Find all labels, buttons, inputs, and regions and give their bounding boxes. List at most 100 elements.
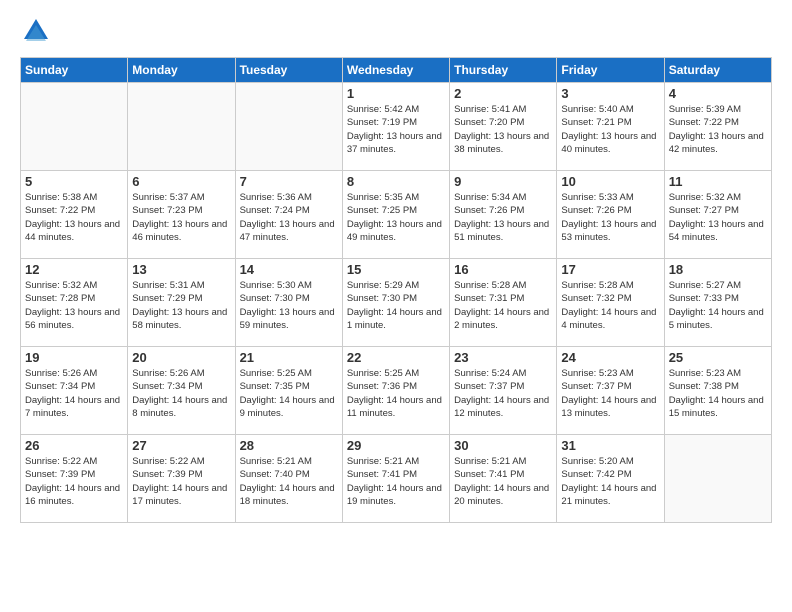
logo-icon (20, 15, 52, 47)
day-info: Sunrise: 5:28 AM Sunset: 7:31 PM Dayligh… (454, 279, 552, 332)
week-row-3: 12 Sunrise: 5:32 AM Sunset: 7:28 PM Dayli… (21, 259, 772, 347)
day-cell: 9 Sunrise: 5:34 AM Sunset: 7:26 PM Daylig… (450, 171, 557, 259)
day-info: Sunrise: 5:41 AM Sunset: 7:20 PM Dayligh… (454, 103, 552, 156)
day-info: Sunrise: 5:32 AM Sunset: 7:28 PM Dayligh… (25, 279, 123, 332)
day-info: Sunrise: 5:28 AM Sunset: 7:32 PM Dayligh… (561, 279, 659, 332)
day-number: 24 (561, 350, 659, 365)
day-info: Sunrise: 5:27 AM Sunset: 7:33 PM Dayligh… (669, 279, 767, 332)
day-number: 17 (561, 262, 659, 277)
header-row: SundayMondayTuesdayWednesdayThursdayFrid… (21, 58, 772, 83)
day-cell: 1Sunrise: 5:42 AM Sunset: 7:19 PM Daylig… (342, 83, 449, 171)
day-info: Sunrise: 5:22 AM Sunset: 7:39 PM Dayligh… (25, 455, 123, 508)
day-number: 3 (561, 86, 659, 101)
day-number: 29 (347, 438, 445, 453)
day-number: 26 (25, 438, 123, 453)
day-number: 9 (454, 174, 552, 189)
day-cell: 23 Sunrise: 5:24 AM Sunset: 7:37 PM Dayli… (450, 347, 557, 435)
day-cell: 13 Sunrise: 5:31 AM Sunset: 7:29 PM Dayli… (128, 259, 235, 347)
day-info: Sunrise: 5:39 AM Sunset: 7:22 PM Dayligh… (669, 103, 767, 156)
day-cell: 25Sunrise: 5:23 AM Sunset: 7:38 PM Dayli… (664, 347, 771, 435)
column-header-sunday: Sunday (21, 58, 128, 83)
week-row-2: 5Sunrise: 5:38 AM Sunset: 7:22 PM Daylig… (21, 171, 772, 259)
day-info: Sunrise: 5:32 AM Sunset: 7:27 PM Dayligh… (669, 191, 767, 244)
column-header-friday: Friday (557, 58, 664, 83)
day-info: Sunrise: 5:38 AM Sunset: 7:22 PM Dayligh… (25, 191, 123, 244)
day-info: Sunrise: 5:40 AM Sunset: 7:21 PM Dayligh… (561, 103, 659, 156)
day-number: 7 (240, 174, 338, 189)
day-info: Sunrise: 5:21 AM Sunset: 7:41 PM Dayligh… (347, 455, 445, 508)
day-number: 25 (669, 350, 767, 365)
day-cell: 18 Sunrise: 5:27 AM Sunset: 7:33 PM Dayli… (664, 259, 771, 347)
day-info: Sunrise: 5:34 AM Sunset: 7:26 PM Dayligh… (454, 191, 552, 244)
day-info: Sunrise: 5:25 AM Sunset: 7:36 PM Dayligh… (347, 367, 445, 420)
day-number: 13 (132, 262, 230, 277)
day-info: Sunrise: 5:25 AM Sunset: 7:35 PM Dayligh… (240, 367, 338, 420)
week-row-1: 1Sunrise: 5:42 AM Sunset: 7:19 PM Daylig… (21, 83, 772, 171)
day-cell: 14 Sunrise: 5:30 AM Sunset: 7:30 PM Dayli… (235, 259, 342, 347)
day-cell (235, 83, 342, 171)
day-number: 31 (561, 438, 659, 453)
day-info: Sunrise: 5:20 AM Sunset: 7:42 PM Dayligh… (561, 455, 659, 508)
day-info: Sunrise: 5:37 AM Sunset: 7:23 PM Dayligh… (132, 191, 230, 244)
day-number: 28 (240, 438, 338, 453)
logo (20, 15, 56, 47)
day-cell: 16 Sunrise: 5:28 AM Sunset: 7:31 PM Dayli… (450, 259, 557, 347)
day-number: 23 (454, 350, 552, 365)
day-cell: 4 Sunrise: 5:39 AM Sunset: 7:22 PM Daylig… (664, 83, 771, 171)
day-info: Sunrise: 5:22 AM Sunset: 7:39 PM Dayligh… (132, 455, 230, 508)
day-cell: 8 Sunrise: 5:35 AM Sunset: 7:25 PM Daylig… (342, 171, 449, 259)
day-info: Sunrise: 5:35 AM Sunset: 7:25 PM Dayligh… (347, 191, 445, 244)
day-info: Sunrise: 5:36 AM Sunset: 7:24 PM Dayligh… (240, 191, 338, 244)
day-cell: 6 Sunrise: 5:37 AM Sunset: 7:23 PM Daylig… (128, 171, 235, 259)
day-number: 8 (347, 174, 445, 189)
week-row-4: 19 Sunrise: 5:26 AM Sunset: 7:34 PM Dayli… (21, 347, 772, 435)
day-number: 20 (132, 350, 230, 365)
day-cell: 7 Sunrise: 5:36 AM Sunset: 7:24 PM Daylig… (235, 171, 342, 259)
day-cell: 28Sunrise: 5:21 AM Sunset: 7:40 PM Dayli… (235, 435, 342, 523)
day-cell: 11 Sunrise: 5:32 AM Sunset: 7:27 PM Dayli… (664, 171, 771, 259)
day-cell: 22Sunrise: 5:25 AM Sunset: 7:36 PM Dayli… (342, 347, 449, 435)
day-number: 15 (347, 262, 445, 277)
day-info: Sunrise: 5:42 AM Sunset: 7:19 PM Dayligh… (347, 103, 445, 156)
day-cell: 3 Sunrise: 5:40 AM Sunset: 7:21 PM Daylig… (557, 83, 664, 171)
day-info: Sunrise: 5:31 AM Sunset: 7:29 PM Dayligh… (132, 279, 230, 332)
column-header-tuesday: Tuesday (235, 58, 342, 83)
day-info: Sunrise: 5:26 AM Sunset: 7:34 PM Dayligh… (25, 367, 123, 420)
day-number: 19 (25, 350, 123, 365)
column-header-thursday: Thursday (450, 58, 557, 83)
day-number: 21 (240, 350, 338, 365)
day-info: Sunrise: 5:24 AM Sunset: 7:37 PM Dayligh… (454, 367, 552, 420)
day-number: 14 (240, 262, 338, 277)
day-info: Sunrise: 5:29 AM Sunset: 7:30 PM Dayligh… (347, 279, 445, 332)
calendar-table: SundayMondayTuesdayWednesdayThursdayFrid… (20, 57, 772, 523)
day-number: 6 (132, 174, 230, 189)
day-cell: 19 Sunrise: 5:26 AM Sunset: 7:34 PM Dayli… (21, 347, 128, 435)
day-cell: 5Sunrise: 5:38 AM Sunset: 7:22 PM Daylig… (21, 171, 128, 259)
day-cell: 30Sunrise: 5:21 AM Sunset: 7:41 PM Dayli… (450, 435, 557, 523)
day-cell: 24Sunrise: 5:23 AM Sunset: 7:37 PM Dayli… (557, 347, 664, 435)
day-cell: 29 Sunrise: 5:21 AM Sunset: 7:41 PM Dayli… (342, 435, 449, 523)
column-header-monday: Monday (128, 58, 235, 83)
day-number: 27 (132, 438, 230, 453)
week-row-5: 26 Sunrise: 5:22 AM Sunset: 7:39 PM Dayli… (21, 435, 772, 523)
day-info: Sunrise: 5:26 AM Sunset: 7:34 PM Dayligh… (132, 367, 230, 420)
day-number: 2 (454, 86, 552, 101)
day-number: 4 (669, 86, 767, 101)
day-cell: 20 Sunrise: 5:26 AM Sunset: 7:34 PM Dayli… (128, 347, 235, 435)
day-number: 10 (561, 174, 659, 189)
day-info: Sunrise: 5:30 AM Sunset: 7:30 PM Dayligh… (240, 279, 338, 332)
day-number: 16 (454, 262, 552, 277)
day-number: 12 (25, 262, 123, 277)
day-cell: 12 Sunrise: 5:32 AM Sunset: 7:28 PM Dayli… (21, 259, 128, 347)
header (20, 15, 772, 47)
calendar-header: SundayMondayTuesdayWednesdayThursdayFrid… (21, 58, 772, 83)
page: SundayMondayTuesdayWednesdayThursdayFrid… (0, 0, 792, 612)
day-cell: 15 Sunrise: 5:29 AM Sunset: 7:30 PM Dayli… (342, 259, 449, 347)
day-info: Sunrise: 5:21 AM Sunset: 7:41 PM Dayligh… (454, 455, 552, 508)
day-info: Sunrise: 5:33 AM Sunset: 7:26 PM Dayligh… (561, 191, 659, 244)
day-cell: 21 Sunrise: 5:25 AM Sunset: 7:35 PM Dayli… (235, 347, 342, 435)
day-cell: 17 Sunrise: 5:28 AM Sunset: 7:32 PM Dayli… (557, 259, 664, 347)
day-number: 11 (669, 174, 767, 189)
day-number: 18 (669, 262, 767, 277)
day-cell: 31 Sunrise: 5:20 AM Sunset: 7:42 PM Dayli… (557, 435, 664, 523)
